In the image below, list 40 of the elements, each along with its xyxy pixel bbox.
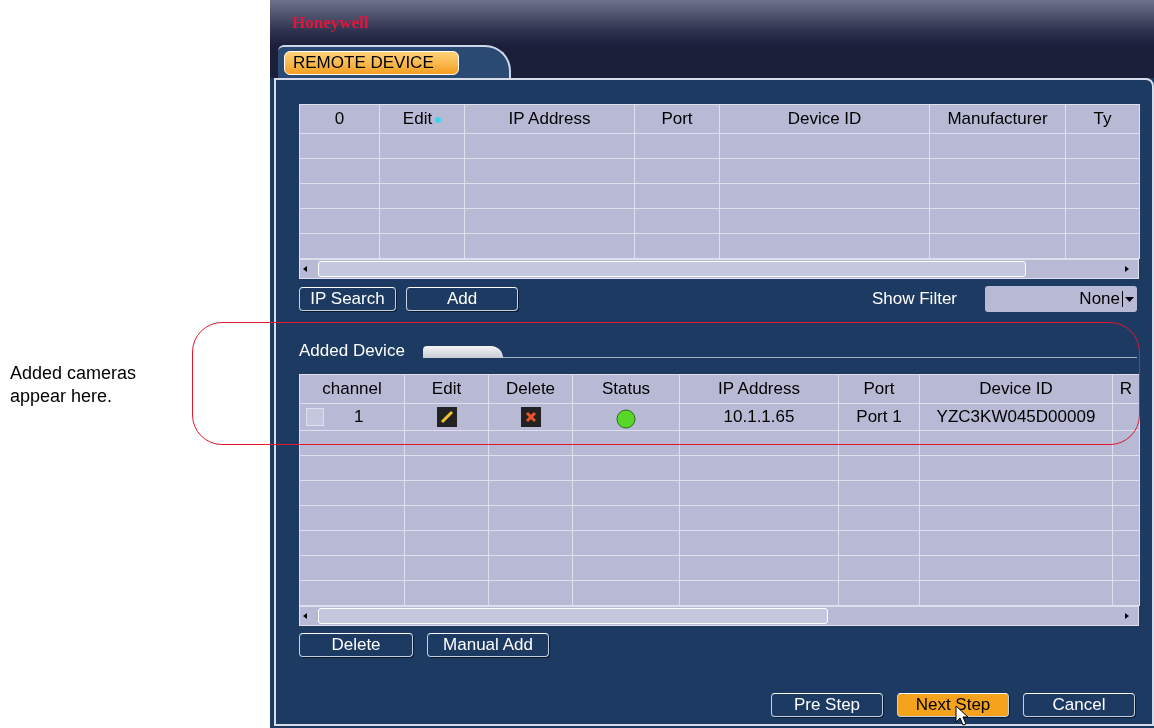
filter-dropdown[interactable]: None	[985, 286, 1137, 312]
caret-icon	[1125, 294, 1134, 304]
column-header: channel	[299, 374, 405, 403]
dot-icon	[435, 116, 442, 123]
column-header: Port	[838, 374, 920, 403]
button[interactable]: Next Step	[897, 692, 1009, 717]
column-header: R	[1112, 374, 1140, 403]
column-header: Delete	[488, 374, 573, 403]
checkbox[interactable]	[306, 408, 324, 427]
button[interactable]: Delete	[299, 632, 413, 657]
logo: Honeywell	[292, 14, 370, 32]
button[interactable]: Manual Add	[427, 632, 549, 657]
column-header: Edit	[402, 109, 433, 129]
scrollbar[interactable]	[299, 259, 1139, 279]
column-header: 0	[299, 104, 380, 134]
channel-number: 1	[354, 406, 364, 426]
column-header: IP Address	[464, 104, 635, 134]
table-cell: Port 1	[838, 403, 920, 430]
edit-icon[interactable]	[436, 407, 457, 428]
callout-text: Added cameras appear here.	[10, 362, 138, 408]
delete-icon[interactable]	[520, 407, 541, 428]
scrollbar[interactable]	[299, 605, 1139, 626]
filter-label: Show Filter	[871, 288, 957, 311]
section-title: Added Device	[299, 340, 405, 362]
tab[interactable]: REMOTE DEVICE	[284, 50, 459, 75]
column-header: Device ID	[919, 374, 1113, 403]
column-header: Status	[572, 374, 680, 403]
table-cell: 10.1.1.65	[679, 403, 839, 430]
column-header: Manufacturer	[929, 104, 1066, 134]
table-cell: YZC3KW045D00009	[919, 403, 1113, 430]
button[interactable]: Pre Step	[771, 692, 883, 717]
column-header: Ty	[1065, 104, 1140, 134]
column-header: Port	[634, 104, 720, 134]
column-header: Device ID	[719, 104, 930, 134]
column-header: IP Address	[679, 374, 839, 403]
button[interactable]: IP Search	[299, 287, 396, 311]
button[interactable]: Cancel	[1023, 692, 1135, 717]
button[interactable]: Add	[406, 287, 518, 311]
sub-tab[interactable]	[422, 345, 503, 358]
column-header: Edit	[404, 374, 489, 403]
